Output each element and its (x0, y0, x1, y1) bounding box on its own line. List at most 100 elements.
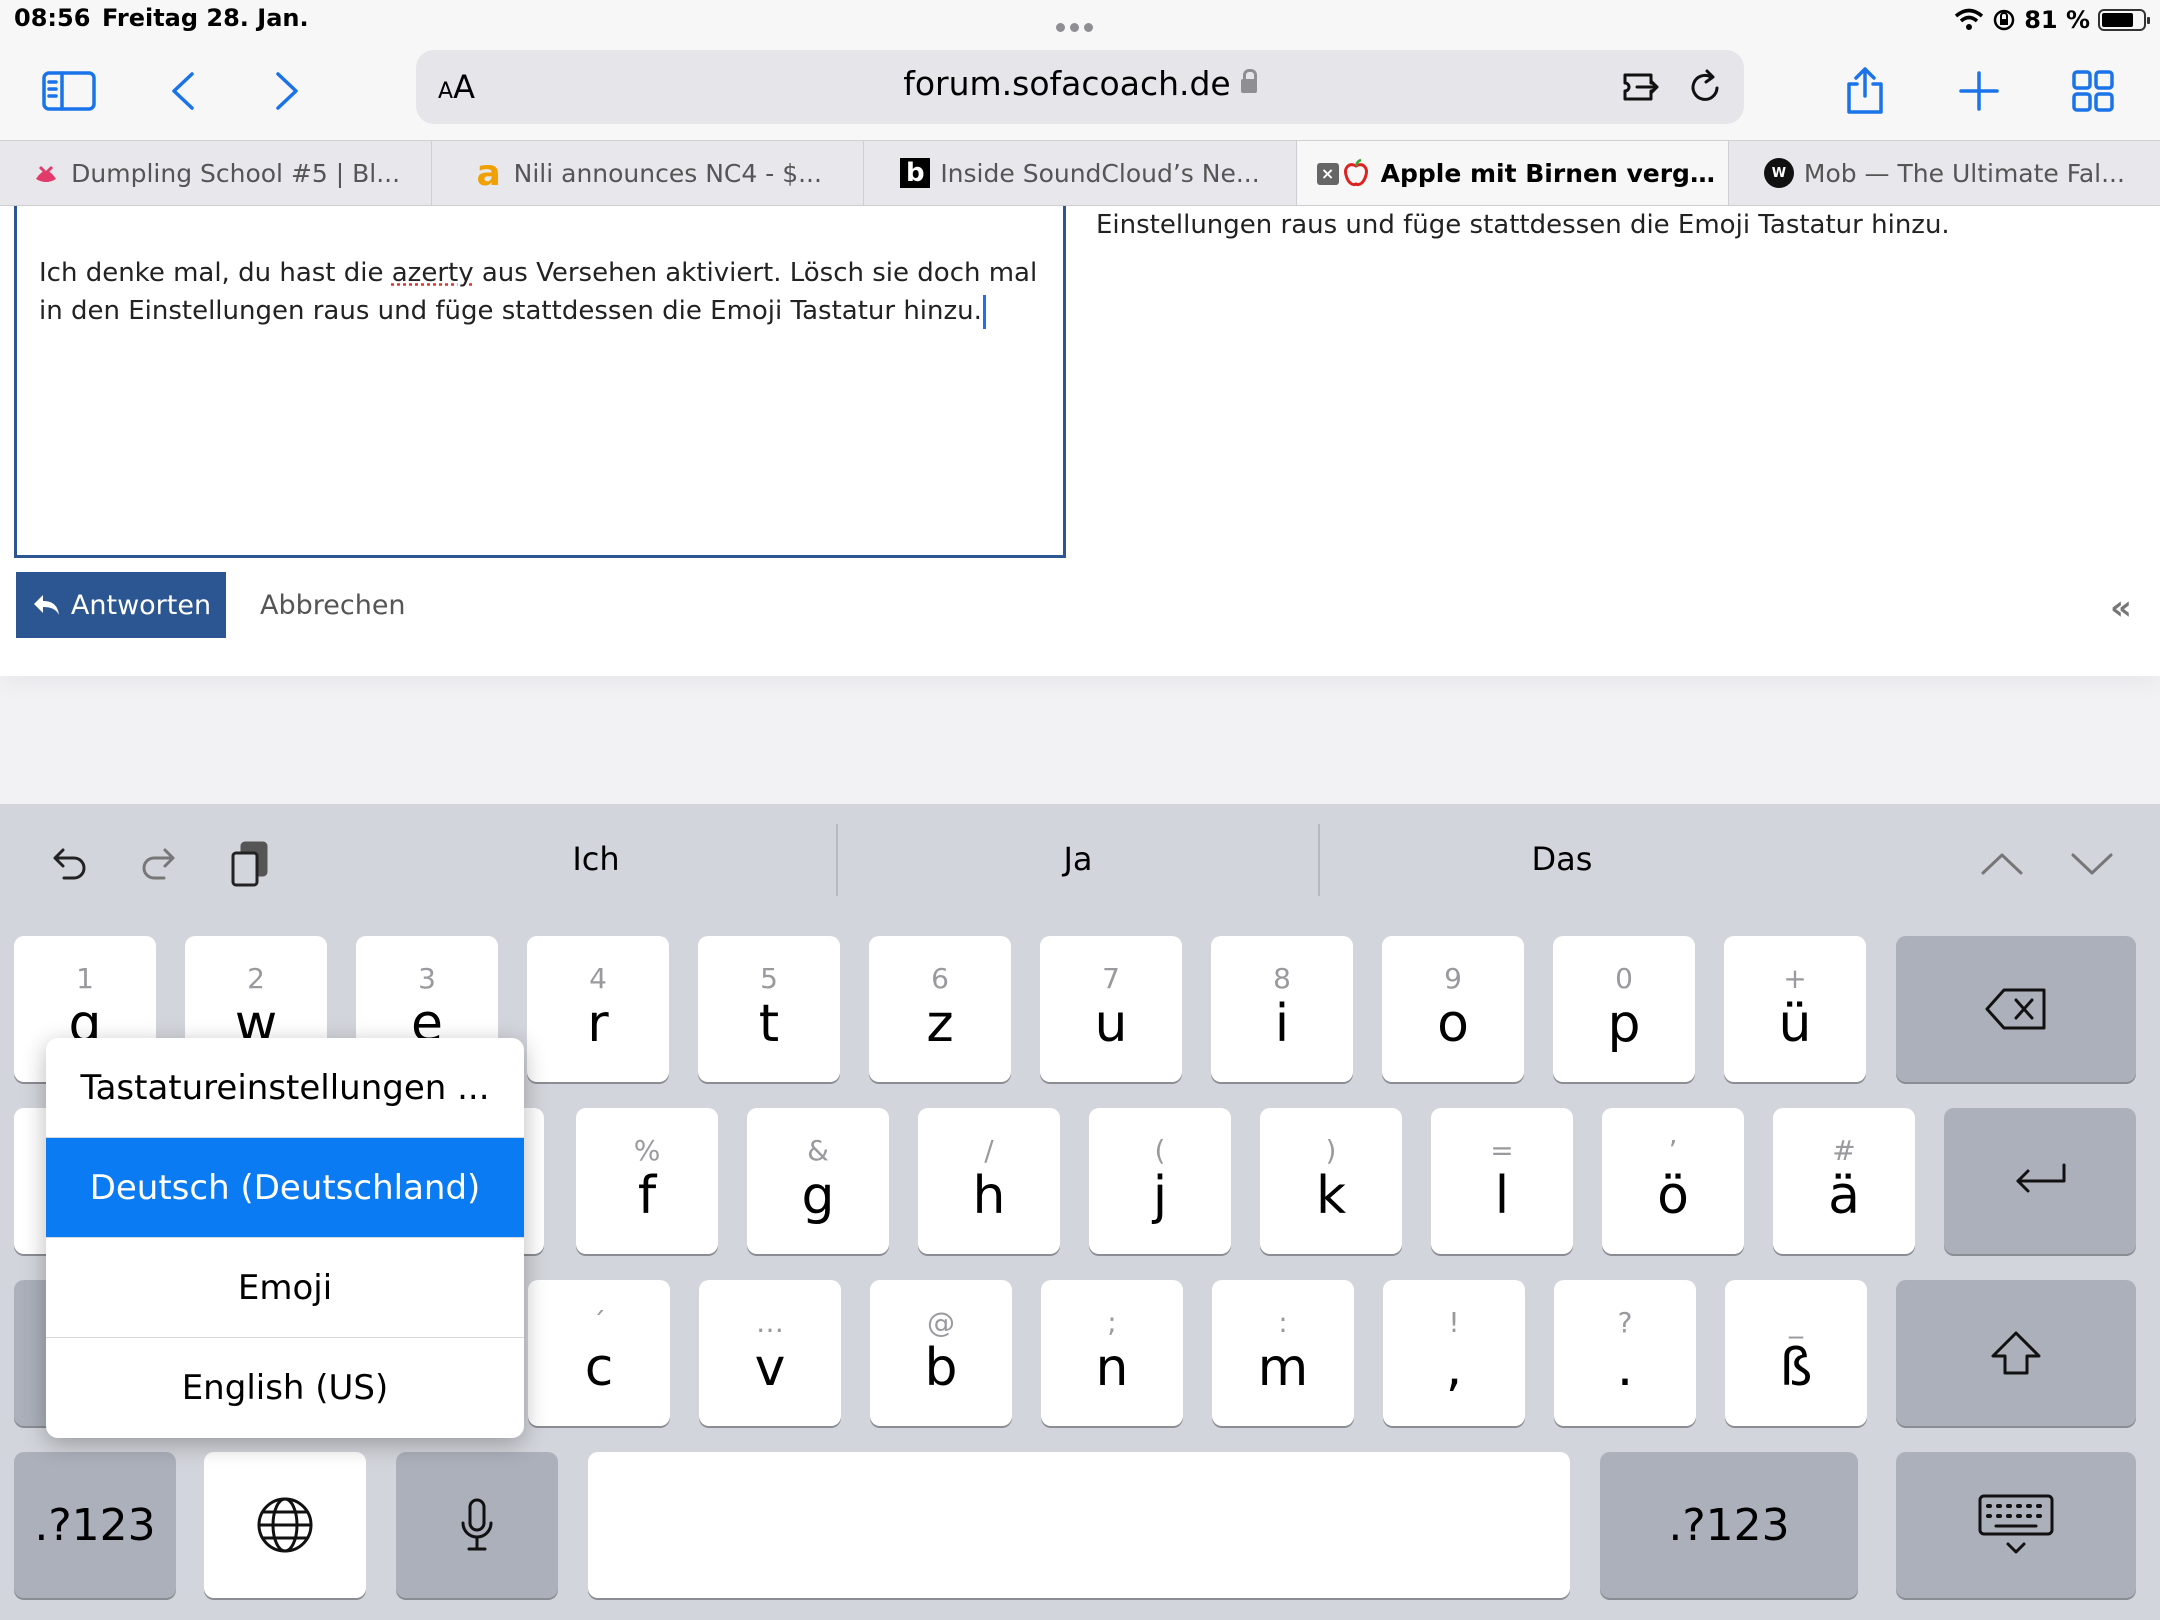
tab-dumpling-school[interactable]: Dumpling School #5 | Bl... (0, 141, 433, 205)
misspelled-word[interactable]: azerty (392, 258, 474, 288)
key-alt-label: : (1278, 1306, 1288, 1339)
paste-icon[interactable] (220, 834, 280, 894)
key-alt-label: ’ (1668, 1134, 1678, 1167)
key-ü[interactable]: + ü (1724, 936, 1866, 1082)
key-alt-label: … (756, 1306, 784, 1339)
key-l[interactable]: = l (1431, 1108, 1573, 1254)
suggestion-1[interactable]: Ich (446, 840, 746, 878)
key-alt-label: 9 (1444, 962, 1462, 995)
keyboard-settings-item[interactable]: Tastatureinstellungen ... (46, 1038, 524, 1138)
chevron-up-icon[interactable] (1972, 834, 2032, 894)
key-f[interactable]: % f (576, 1108, 718, 1254)
key-ß[interactable]: _ ß (1725, 1280, 1867, 1426)
key-main-label: v (754, 1338, 786, 1398)
keyboard-dismiss-icon (1978, 1494, 2054, 1554)
tab-nili-announces[interactable]: a Nili announces NC4 - $... (432, 141, 865, 205)
key-main-label: ü (1778, 994, 1812, 1054)
battery-percent: 81 % (2024, 6, 2090, 34)
key-alt-label: # (1832, 1134, 1856, 1167)
suggestion-divider (1318, 824, 1320, 896)
key-j[interactable]: (j (1089, 1108, 1231, 1254)
suggestion-2[interactable]: Ja (928, 840, 1228, 878)
key-alt-label: 3 (418, 962, 436, 995)
extension-icon[interactable] (1618, 62, 1668, 112)
space-key[interactable] (588, 1452, 1570, 1598)
key-main-label: m (1257, 1338, 1309, 1398)
collapse-icon[interactable]: « (2110, 588, 2132, 628)
shift-icon (1991, 1331, 2041, 1375)
new-tab-icon[interactable] (1944, 56, 2014, 126)
key-p[interactable]: 0p (1553, 936, 1695, 1082)
key-g[interactable]: & g (747, 1108, 889, 1254)
reply-button[interactable]: Antworten (16, 572, 226, 638)
wifi-icon (1955, 8, 1984, 30)
status-bar: 08:56 Freitag 28. Jan. 81 % (0, 0, 2160, 42)
key-m[interactable]: :m (1212, 1280, 1354, 1426)
tab-inside-soundcloud[interactable]: b Inside SoundCloud’s Ne... (864, 141, 1297, 205)
back-icon[interactable] (148, 56, 218, 126)
key-main-label: , (1445, 1338, 1463, 1398)
key-c[interactable]: ´ c (528, 1280, 670, 1426)
key-o[interactable]: 9o (1382, 936, 1524, 1082)
tab-strip: Dumpling School #5 | Bl... a Nili announ… (0, 140, 2160, 206)
reply-editor[interactable]: Ich denke mal, du hast die azerty aus Ve… (14, 206, 1066, 558)
share-icon[interactable] (1830, 56, 1900, 126)
key-alt-label: 4 (589, 962, 607, 995)
shift-right-key[interactable] (1896, 1280, 2136, 1426)
globe-key[interactable] (204, 1452, 366, 1598)
sidebar-icon[interactable] (34, 56, 104, 126)
key-k[interactable]: ) k (1260, 1108, 1402, 1254)
numbers-left-key[interactable]: .?123 (14, 1452, 176, 1598)
key-h[interactable]: / h (918, 1108, 1060, 1254)
language-deutsch-item[interactable]: Deutsch (Deutschland) (46, 1138, 524, 1238)
return-icon (2016, 1163, 2066, 1193)
key-main-label: ß (1779, 1338, 1813, 1398)
tab-overview-icon[interactable] (2058, 56, 2128, 126)
key-r[interactable]: 4r (527, 936, 669, 1082)
apple-icon (1341, 158, 1371, 188)
key-z[interactable]: 6z (869, 936, 1011, 1082)
suggestion-bar: Ich Ja Das (0, 804, 2160, 914)
dismiss-keyboard-key[interactable] (1896, 1452, 2136, 1598)
language-emoji-item[interactable]: Emoji (46, 1238, 524, 1338)
key-alt-label: ( (1154, 1134, 1166, 1167)
key-alt-label: + (1783, 962, 1807, 995)
delete-key[interactable] (1896, 936, 2136, 1082)
cancel-button[interactable]: Abbrechen (260, 590, 406, 621)
multitasking-dots[interactable] (1056, 17, 1102, 32)
tab-apple-mit-birnen[interactable]: × Apple mit Birnen vergle... (1296, 141, 1729, 205)
key-alt-label: ´ (592, 1306, 606, 1339)
return-key[interactable] (1944, 1108, 2136, 1254)
tab-mob-ultimate[interactable]: W Mob — The Ultimate Fal... (1729, 141, 2160, 205)
key-v[interactable]: … v (699, 1280, 841, 1426)
key-main-label: g (801, 1166, 835, 1226)
preview-text: Einstellungen raus und füge stattdessen … (1096, 210, 1950, 240)
key-,[interactable]: !, (1383, 1280, 1525, 1426)
forward-icon[interactable] (252, 56, 322, 126)
key-alt-label: = (1490, 1134, 1514, 1167)
language-english-item[interactable]: English (US) (46, 1338, 524, 1438)
amazon-icon: a (476, 152, 501, 194)
undo-icon[interactable] (38, 834, 98, 894)
suggestion-3[interactable]: Das (1412, 840, 1712, 878)
chevron-down-icon[interactable] (2062, 834, 2122, 894)
key-ö[interactable]: ’ ö (1602, 1108, 1744, 1254)
address-bar[interactable]: AA forum.sofacoach.de (416, 50, 1744, 124)
key-ä[interactable]: # ä (1773, 1108, 1915, 1254)
reload-icon[interactable] (1680, 62, 1730, 112)
microphone-icon (461, 1498, 493, 1551)
close-tab-icon[interactable]: × (1316, 163, 1339, 185)
key-alt-label: / (984, 1134, 994, 1167)
key-n[interactable]: ; n (1041, 1280, 1183, 1426)
key-u[interactable]: 7u (1040, 936, 1182, 1082)
key-i[interactable]: 8i (1211, 936, 1353, 1082)
key-t[interactable]: 5t (698, 936, 840, 1082)
microphone-key[interactable] (396, 1452, 558, 1598)
key-.[interactable]: ?. (1554, 1280, 1696, 1426)
key-b[interactable]: @ b (870, 1280, 1012, 1426)
url-text[interactable]: forum.sofacoach.de (416, 64, 1744, 103)
key-alt-label: ) (1325, 1134, 1337, 1167)
key-alt-label: ? (1617, 1306, 1633, 1339)
redo-icon[interactable] (130, 834, 190, 894)
numbers-right-key[interactable]: .?123 (1600, 1452, 1858, 1598)
